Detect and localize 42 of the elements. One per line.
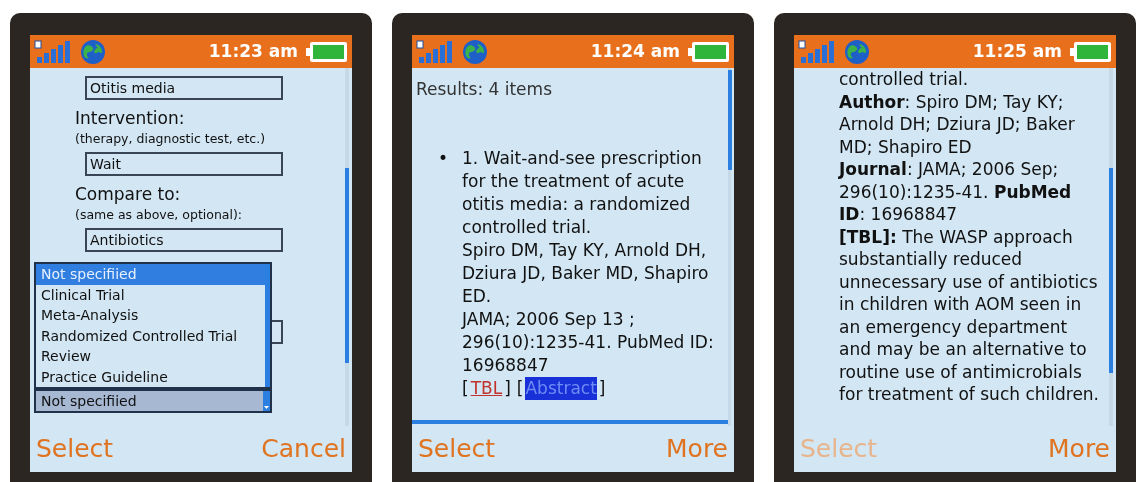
- bullet: •: [438, 147, 449, 170]
- battery-icon: [1070, 40, 1112, 63]
- detail-paragraph: [TBL]: The WASP approach substantially reduced unnecessary use of antibiotics in children with AOM seen in an emergency department and may be an alternative to routine use of antimicrobials for treatment of such children.: [839, 225, 1101, 406]
- result-title: 1. Wait-and-see prescription for the treatment of acute otitis media: a randomized controlled trial.: [462, 147, 703, 239]
- globe-icon: [844, 38, 870, 65]
- globe-icon: [80, 38, 106, 65]
- result-citation: JAMA; 2006 Sep 13 ; 296(10):1235-41. PubMed ID: 16968847: [462, 308, 715, 377]
- bracket: [: [516, 377, 524, 400]
- select-value: Not specifiied: [40, 391, 138, 411]
- clock-time: 11:24 am: [590, 39, 680, 63]
- bracket: [: [462, 377, 469, 400]
- clock-time: 11:25 am: [972, 39, 1062, 63]
- dropdown-option[interactable]: Clinical Trial: [36, 284, 265, 305]
- results-count: Results: 4 items: [416, 78, 553, 101]
- clock-time: 11:23 am: [208, 39, 298, 63]
- dropdown-option[interactable]: Practice Guideline: [36, 366, 265, 387]
- dropdown-option[interactable]: Review: [36, 346, 265, 367]
- bracket: ]: [504, 377, 511, 400]
- field-hint: (therapy, diagnostic test, etc.): [75, 130, 267, 148]
- signal-bars-icon: [798, 39, 836, 64]
- text-field[interactable]: Antibiotics: [85, 228, 283, 252]
- field-hint: (same as above, optional):: [75, 206, 244, 224]
- result-link[interactable]: TBL: [470, 377, 503, 400]
- field-label: Intervention:: [75, 107, 186, 130]
- detail-paragraph: Author: Spiro DM; Tay KY; Arnold DH; Dziura JD; Baker MD; Shapiro ED: [839, 90, 1076, 158]
- dropdown-option[interactable]: Randomized Controlled Trial: [36, 325, 265, 346]
- result-authors: Spiro DM, Tay KY, Arnold DH, Dziura JD, Baker MD, Shapiro ED.: [462, 239, 710, 308]
- dropdown-select[interactable]: Not specifiied: [34, 389, 272, 413]
- detail-paragraph: controlled trial.: [839, 68, 970, 91]
- signal-bars-icon: [416, 39, 454, 64]
- signal-bars-icon: [34, 39, 72, 64]
- caret-icon: [263, 391, 270, 411]
- dropdown-option[interactable]: Not specifiied: [36, 264, 265, 285]
- text-field[interactable]: Otitis media: [85, 76, 283, 100]
- globe-icon: [462, 38, 488, 65]
- bracket: ]: [598, 377, 606, 400]
- field-label: Compare to:: [75, 183, 182, 206]
- detail-paragraph: Journal: JAMA; 2006 Sep; 296(10):1235-41. PubMed ID: 16968847: [839, 158, 1073, 226]
- text-field[interactable]: Wait: [85, 152, 283, 176]
- dropdown-option[interactable]: Meta-Analysis: [36, 305, 265, 326]
- battery-icon: [306, 40, 348, 63]
- battery-icon: [688, 40, 730, 63]
